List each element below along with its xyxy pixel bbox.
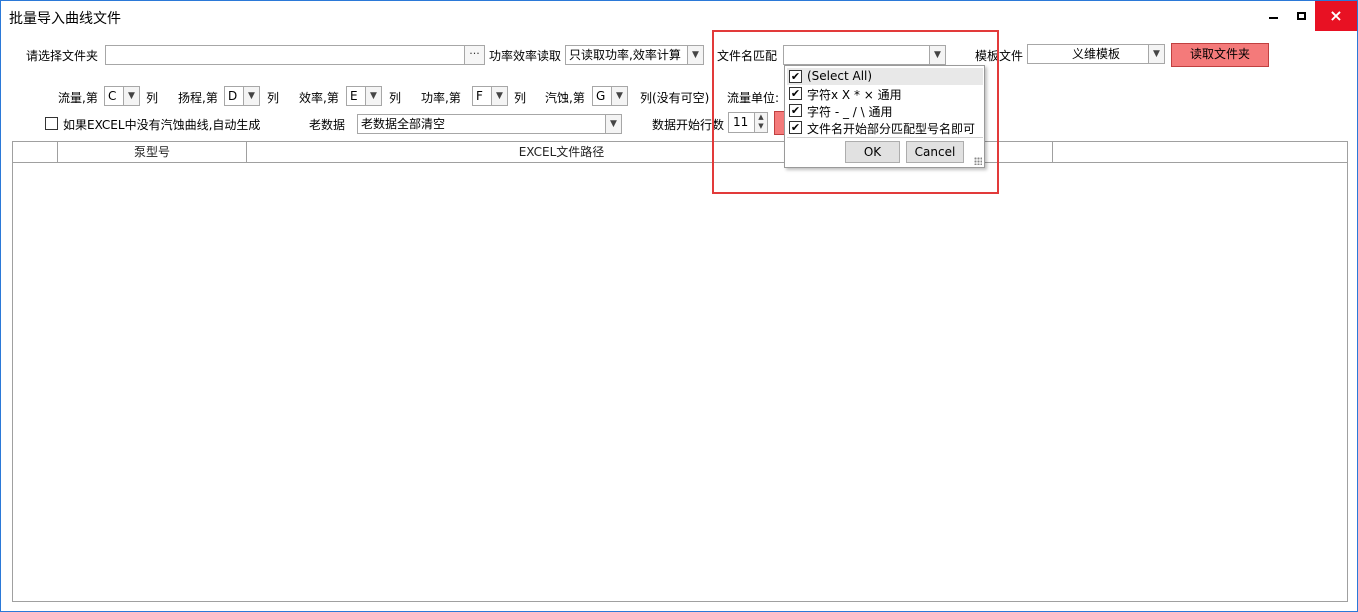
- flow-column-value: C: [108, 89, 117, 103]
- popup-item-x-symbols[interactable]: ✔ 字符x X * × 通用: [787, 85, 983, 102]
- chevron-down-icon[interactable]: ▼: [491, 87, 507, 105]
- popup-ok-button[interactable]: OK: [845, 141, 900, 163]
- filename-match-select[interactable]: ▼: [783, 45, 946, 65]
- power-column-select[interactable]: F ▼: [472, 86, 508, 106]
- folder-input[interactable]: ···: [105, 45, 485, 65]
- template-file-value: 义维模板: [1071, 47, 1120, 61]
- head-column-suffix: 列: [267, 91, 280, 105]
- spin-arrows-icon[interactable]: ▲ ▼: [754, 113, 767, 132]
- npsh-column-suffix: 列(没有可空): [640, 91, 710, 105]
- read-folder-button[interactable]: 读取文件夹: [1171, 43, 1269, 67]
- popup-item-label: 文件名开始部分匹配型号名即可: [807, 122, 976, 136]
- filename-match-popup: ✔ (Select All) ✔ 字符x X * × 通用 ✔ 字符 - _ /…: [784, 65, 985, 168]
- browse-folder-button[interactable]: ···: [464, 46, 484, 64]
- close-button[interactable]: ×: [1315, 1, 1357, 31]
- template-file-select[interactable]: 义维模板 ▼: [1027, 44, 1165, 64]
- power-column-value: F: [476, 89, 483, 103]
- flow-unit-label: 流量单位:: [727, 91, 780, 105]
- start-row-stepper[interactable]: 11 ▲ ▼: [728, 112, 768, 133]
- power-efficiency-value: 只读取功率,效率计算: [569, 48, 681, 62]
- chevron-down-icon[interactable]: ▼: [1148, 45, 1164, 63]
- chevron-down-icon[interactable]: ▼: [605, 115, 621, 133]
- start-row-label: 数据开始行数: [652, 118, 725, 132]
- flow-column-label: 流量,第: [58, 91, 98, 105]
- popup-item-dash-symbols[interactable]: ✔ 字符 - _ / \ 通用: [787, 102, 983, 119]
- power-efficiency-label: 功率效率读取: [489, 49, 562, 63]
- npsh-column-select[interactable]: G ▼: [592, 86, 628, 106]
- efficiency-column-label: 效率,第: [299, 91, 339, 105]
- flow-column-select[interactable]: C ▼: [104, 86, 140, 106]
- flow-column-suffix: 列: [146, 91, 159, 105]
- maximize-button[interactable]: [1287, 1, 1315, 31]
- chevron-down-icon[interactable]: ▼: [243, 87, 259, 105]
- head-column-select[interactable]: D ▼: [224, 86, 260, 106]
- efficiency-column-select[interactable]: E ▼: [346, 86, 382, 106]
- chevron-down-icon[interactable]: ▼: [687, 46, 703, 64]
- title-bar: 批量导入曲线文件 ×: [1, 1, 1357, 33]
- old-data-label: 老数据: [309, 118, 346, 132]
- popup-separator: [787, 137, 983, 138]
- folder-label: 请选择文件夹: [26, 49, 99, 63]
- filename-match-label: 文件名匹配: [717, 49, 778, 63]
- popup-item-select-all[interactable]: ✔ (Select All): [787, 68, 983, 85]
- start-row-value: 11: [733, 115, 749, 129]
- checkbox-checked-icon[interactable]: ✔: [789, 87, 802, 100]
- minimize-button[interactable]: [1259, 1, 1287, 31]
- popup-item-label: (Select All): [807, 69, 873, 83]
- npsh-column-label: 汽蚀,第: [545, 91, 585, 105]
- resize-grip-icon[interactable]: [974, 157, 982, 165]
- window-title: 批量导入曲线文件: [9, 11, 121, 27]
- old-data-select[interactable]: 老数据全部清空 ▼: [357, 114, 622, 134]
- popup-item-label: 字符x X * × 通用: [807, 88, 902, 102]
- grid-col-indicator[interactable]: [13, 142, 58, 162]
- chevron-down-icon[interactable]: ▼: [365, 87, 381, 105]
- close-icon: ×: [1329, 6, 1343, 25]
- grid-col-excel-path[interactable]: EXCEL文件路径: [247, 142, 877, 162]
- popup-cancel-button[interactable]: Cancel: [906, 141, 964, 163]
- popup-item-prefix-match[interactable]: ✔ 文件名开始部分匹配型号名即可: [787, 119, 983, 136]
- file-grid[interactable]: 泵型号 EXCEL文件路径: [12, 141, 1348, 602]
- grid-col-pump-model[interactable]: 泵型号: [58, 142, 247, 162]
- power-efficiency-select[interactable]: 只读取功率,效率计算 ▼: [565, 45, 704, 65]
- npsh-column-value: G: [596, 89, 606, 103]
- grid-header: 泵型号 EXCEL文件路径: [13, 142, 1347, 163]
- auto-npsh-label: 如果EXCEL中没有汽蚀曲线,自动生成: [63, 118, 261, 132]
- chevron-down-icon[interactable]: ▼: [929, 46, 945, 64]
- power-column-label: 功率,第: [421, 91, 461, 105]
- checkbox-checked-icon[interactable]: ✔: [789, 70, 802, 83]
- chevron-down-icon[interactable]: ▼: [611, 87, 627, 105]
- power-column-suffix: 列: [514, 91, 527, 105]
- auto-npsh-checkbox[interactable]: [45, 117, 58, 130]
- import-curves-window: 批量导入曲线文件 × 请选择文件夹 ··· 功率效率读取 只读取功率,效率计算 …: [0, 0, 1358, 612]
- checkbox-checked-icon[interactable]: ✔: [789, 121, 802, 134]
- popup-item-label: 字符 - _ / \ 通用: [807, 105, 893, 119]
- old-data-value: 老数据全部清空: [361, 117, 446, 131]
- efficiency-column-value: E: [350, 89, 358, 103]
- template-file-label: 模板文件: [975, 49, 1024, 63]
- head-column-value: D: [228, 89, 238, 103]
- head-column-label: 扬程,第: [178, 91, 218, 105]
- efficiency-column-suffix: 列: [389, 91, 402, 105]
- maximize-icon: [1296, 12, 1306, 20]
- grid-col-extra-2[interactable]: [1053, 142, 1347, 162]
- chevron-down-icon[interactable]: ▼: [123, 87, 139, 105]
- minimize-icon: [1268, 17, 1278, 19]
- checkbox-checked-icon[interactable]: ✔: [789, 104, 802, 117]
